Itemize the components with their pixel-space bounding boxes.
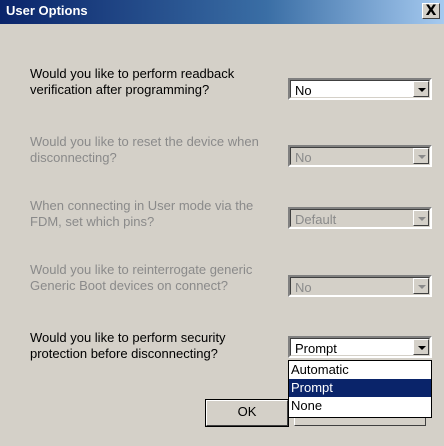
reinterrogate-combo: No (288, 275, 432, 297)
security-protection-dropdown[interactable]: Automatic Prompt None (288, 360, 432, 418)
combo-value: No (295, 83, 312, 98)
combo-value: No (295, 280, 312, 295)
chevron-down-icon (413, 278, 429, 294)
security-protection-combo[interactable]: Prompt (288, 336, 432, 358)
title-bar[interactable]: User Options X (0, 0, 444, 24)
dropdown-item-prompt[interactable]: Prompt (289, 379, 431, 397)
chevron-down-icon[interactable] (413, 81, 429, 97)
fdm-pins-label: When connecting in User mode via the FDM… (30, 198, 254, 229)
chevron-down-icon (413, 210, 429, 226)
readback-verification-combo[interactable]: No (288, 78, 432, 100)
combo-value: No (295, 150, 312, 165)
combo-value: Prompt (295, 341, 337, 356)
ok-button[interactable]: OK (205, 399, 289, 427)
close-icon: X (425, 3, 437, 19)
security-protection-label: Would you like to perform security prote… (30, 330, 226, 361)
reinterrogate-label: Would you like to reinterrogate generic … (30, 262, 253, 293)
reset-device-label: Would you like to reset the device when … (30, 134, 259, 165)
fdm-pins-combo: Default (288, 207, 432, 229)
dropdown-item-none[interactable]: None (289, 397, 431, 415)
reset-device-combo: No (288, 145, 432, 167)
readback-verification-label: Would you like to perform readback verif… (30, 66, 235, 97)
combo-value: Default (295, 212, 337, 227)
user-options-dialog: User Options X Would you like to perform… (0, 0, 444, 446)
dialog-title: User Options (6, 3, 88, 18)
close-button[interactable]: X (422, 3, 440, 19)
chevron-down-icon (413, 148, 429, 164)
chevron-down-icon[interactable] (413, 339, 429, 355)
dropdown-item-automatic[interactable]: Automatic (289, 361, 431, 379)
